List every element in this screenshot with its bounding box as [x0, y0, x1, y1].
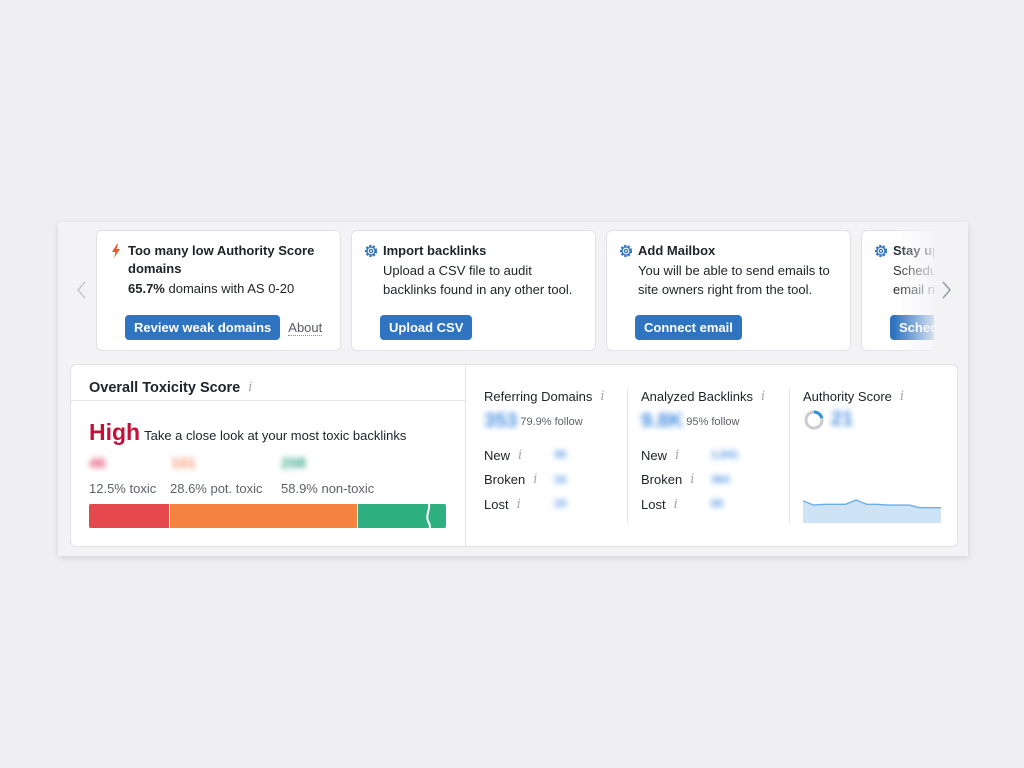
- info-icon[interactable]: i: [518, 448, 522, 463]
- gear-icon: [619, 244, 633, 258]
- backlink-audit-overview-panel: Too many low Authority Score domains 65.…: [58, 222, 968, 556]
- card-desc-text: domains with AS 0-20: [164, 281, 295, 296]
- row-value[interactable]: 1,041: [711, 449, 739, 461]
- authority-gauge-icon: [804, 410, 824, 429]
- metric-row-lost: Lost i 65: [641, 492, 765, 517]
- toxicity-distribution-bar: [89, 504, 446, 528]
- info-icon[interactable]: i: [675, 448, 679, 463]
- authority-score-widget: Authority Score i 21: [803, 389, 941, 523]
- row-value[interactable]: 364: [711, 474, 729, 486]
- info-icon[interactable]: i: [690, 472, 694, 487]
- card-stat: 65.7%: [128, 281, 165, 296]
- authority-score-value[interactable]: 21: [831, 408, 853, 431]
- info-icon[interactable]: i: [248, 380, 252, 395]
- potentially-toxic-count[interactable]: 101: [171, 455, 196, 472]
- divider: [627, 389, 628, 523]
- row-value[interactable]: 65: [711, 498, 723, 510]
- toxicity-score-widget: Overall Toxicity Score i High Take a clo…: [71, 365, 466, 546]
- card-title: Import backlinks: [383, 243, 487, 258]
- trend-area: [803, 500, 941, 523]
- chevron-right-icon[interactable]: [938, 280, 954, 300]
- non-toxic-count[interactable]: 208: [281, 455, 306, 472]
- review-weak-domains-button[interactable]: Review weak domains: [125, 315, 281, 340]
- recommendation-card-low-authority: Too many low Authority Score domains 65.…: [96, 230, 341, 351]
- recommendation-card-add-mailbox: Add Mailbox You will be able to send ema…: [606, 230, 851, 351]
- carousel-fade: [894, 230, 934, 352]
- analyzed-backlinks-widget: Analyzed Backlinks i 9.8K 95% follow New…: [641, 389, 765, 517]
- non-toxic-label: 58.9% non-toxic: [281, 481, 375, 496]
- info-icon[interactable]: i: [517, 497, 521, 512]
- info-icon[interactable]: i: [900, 389, 904, 404]
- referring-domains-value[interactable]: 353: [484, 410, 517, 433]
- toxic-count[interactable]: 46: [89, 455, 106, 472]
- about-link[interactable]: About: [288, 320, 323, 336]
- metric-row-lost: Lost i 15: [484, 492, 605, 517]
- row-label: Lost: [484, 496, 509, 512]
- gear-icon: [364, 244, 378, 258]
- upload-csv-button[interactable]: Upload CSV: [380, 315, 473, 340]
- authority-score-trend-chart: [803, 499, 941, 523]
- info-icon[interactable]: i: [600, 389, 604, 404]
- card-title: Add Mailbox: [638, 243, 716, 258]
- potentially-toxic-label: 28.6% pot. toxic: [170, 481, 263, 496]
- toxicity-level: High: [89, 419, 141, 445]
- metric-row-broken: Broken i 364: [641, 468, 765, 493]
- referring-domains-title: Referring Domains: [484, 389, 593, 404]
- row-label: New: [484, 447, 511, 463]
- metric-row-new: New i 35: [484, 443, 605, 468]
- connect-email-button[interactable]: Connect email: [635, 315, 742, 340]
- card-title: Too many low Authority Score domains: [128, 243, 315, 276]
- metric-row-new: New i 1,041: [641, 443, 765, 468]
- referring-domains-widget: Referring Domains i 353 79.9% follow New…: [484, 389, 605, 517]
- lightning-icon: [112, 244, 120, 258]
- info-icon[interactable]: i: [533, 472, 537, 487]
- authority-score-title: Authority Score: [803, 389, 892, 404]
- info-icon[interactable]: i: [674, 497, 678, 512]
- gear-icon: [874, 244, 888, 258]
- row-label: Lost: [641, 496, 666, 512]
- row-label: Broken: [641, 472, 683, 488]
- info-icon[interactable]: i: [761, 389, 765, 404]
- card-description: You will be able to send emails to site …: [638, 263, 830, 297]
- analyzed-backlinks-title: Analyzed Backlinks: [641, 389, 753, 404]
- toxicity-title: Overall Toxicity Score: [89, 379, 241, 396]
- card-description: Upload a CSV file to audit backlinks fou…: [383, 263, 573, 297]
- follow-share: 95% follow: [686, 415, 740, 428]
- potentially-toxic-segment[interactable]: [169, 504, 357, 528]
- toxicity-level-description: Take a close look at your most toxic bac…: [144, 428, 407, 443]
- follow-share: 79.9% follow: [520, 415, 583, 428]
- recommendation-card-import-backlinks: Import backlinks Upload a CSV file to au…: [351, 230, 596, 351]
- metrics-card: Overall Toxicity Score i High Take a clo…: [70, 364, 958, 547]
- card-description: 65.7% domains with AS 0-20: [128, 280, 328, 299]
- analyzed-backlinks-value[interactable]: 9.8K: [641, 410, 683, 433]
- recommendations-carousel: Too many low Authority Score domains 65.…: [58, 222, 968, 362]
- row-value[interactable]: 35: [554, 449, 566, 461]
- row-label: Broken: [484, 472, 526, 488]
- toxic-label: 12.5% toxic: [89, 481, 157, 496]
- row-label: New: [641, 447, 668, 463]
- metric-row-broken: Broken i 16: [484, 468, 605, 493]
- row-value[interactable]: 15: [554, 498, 566, 510]
- row-value[interactable]: 16: [554, 474, 566, 486]
- toxic-segment[interactable]: [89, 504, 170, 528]
- bar-break-icon: [426, 504, 431, 528]
- divider: [789, 389, 790, 523]
- chevron-left-icon[interactable]: [74, 280, 90, 300]
